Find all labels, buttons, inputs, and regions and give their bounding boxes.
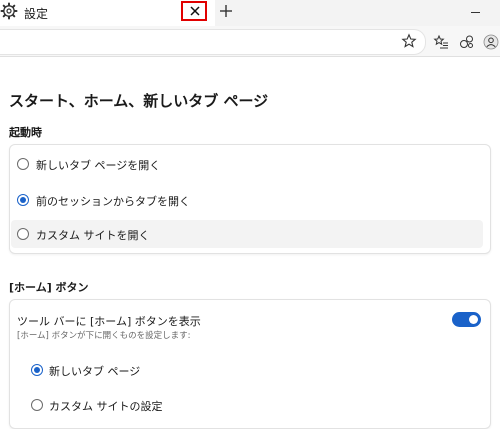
home-option-new-tab-label: 新しいタブ ページ	[49, 365, 141, 378]
radio-button[interactable]	[17, 228, 29, 240]
radio-label: カスタム サイトを開く	[36, 229, 150, 242]
show-home-button-toggle[interactable]	[452, 312, 481, 327]
extensions-icon[interactable]	[459, 34, 475, 50]
home-button-heading: [ホーム] ボタン	[9, 281, 89, 294]
radio-button-checked[interactable]	[17, 194, 29, 206]
startup-heading: 起動時	[9, 126, 42, 139]
close-icon	[190, 6, 200, 16]
show-home-button-description: [ホーム] ボタンが下に開くものを設定します:	[17, 331, 191, 341]
tab-close-button[interactable]	[181, 1, 207, 21]
tab-title: 設定	[24, 7, 49, 21]
toolbar	[0, 26, 500, 57]
address-bar[interactable]	[0, 29, 426, 55]
favorites-icon[interactable]	[433, 34, 449, 50]
toggle-knob	[469, 315, 478, 324]
minimize-icon[interactable]	[471, 12, 480, 13]
radio-button[interactable]	[17, 158, 29, 170]
startup-option-new-tab[interactable]: 新しいタブ ページを開く	[11, 150, 483, 178]
gear-icon	[0, 2, 18, 20]
startup-card: 新しいタブ ページを開く 前のセッションからタブを開く カスタム サイトを開く	[9, 144, 491, 254]
plus-icon[interactable]	[218, 3, 234, 19]
tab-settings[interactable]: 設定	[0, 0, 215, 27]
radio-label: 新しいタブ ページを開く	[36, 159, 161, 172]
page-title: スタート、ホーム、新しいタブ ページ	[9, 92, 269, 110]
tab-bar: 設定	[0, 0, 500, 27]
startup-option-previous-session[interactable]: 前のセッションからタブを開く	[11, 186, 483, 214]
home-option-custom-site-label: カスタム サイトの設定	[49, 400, 163, 413]
radio-label: 前のセッションからタブを開く	[36, 195, 190, 208]
home-option-custom-site-radio[interactable]	[31, 399, 43, 411]
profile-icon[interactable]	[483, 34, 499, 50]
startup-option-custom-sites[interactable]: カスタム サイトを開く	[11, 220, 483, 248]
home-option-new-tab-radio[interactable]	[31, 364, 43, 376]
star-icon[interactable]	[401, 33, 417, 49]
show-home-button-label: ツール バーに [ホーム] ボタンを表示	[17, 315, 201, 328]
